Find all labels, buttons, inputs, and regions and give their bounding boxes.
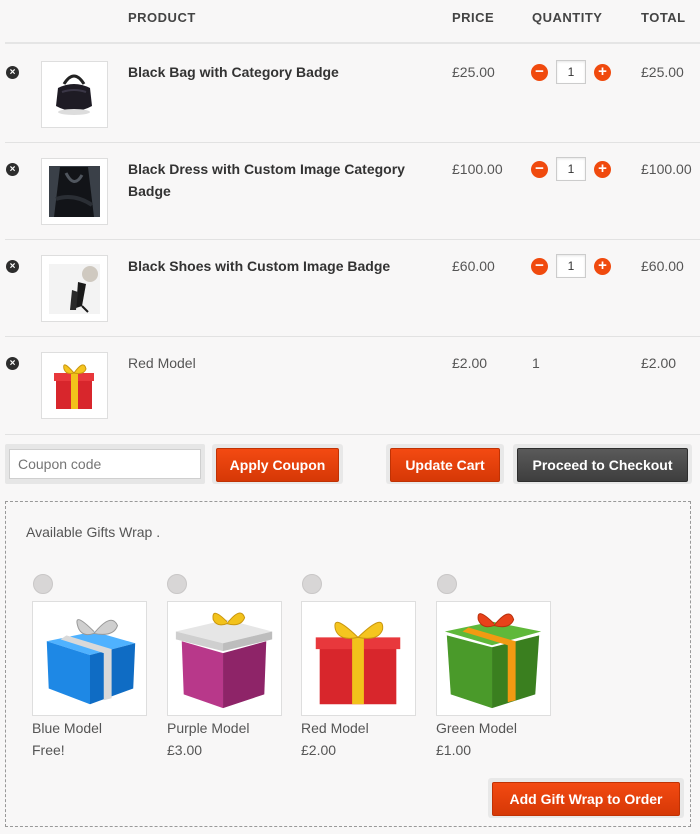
col-header-price: PRICE [452, 10, 495, 25]
header-divider [5, 42, 700, 44]
quantity-input[interactable]: 1 [556, 157, 586, 181]
gift-image-red[interactable] [301, 601, 416, 716]
remove-item-button[interactable]: × [6, 66, 19, 79]
gift-wrap-title: Available Gifts Wrap . [26, 524, 161, 540]
apply-coupon-button[interactable]: Apply Coupon [216, 448, 339, 482]
col-header-total: TOTAL [641, 10, 686, 25]
remove-item-button[interactable]: × [6, 163, 19, 176]
coupon-field-wrapper [5, 444, 205, 484]
quantity-increase-button[interactable]: + [594, 258, 611, 275]
row-divider [5, 142, 700, 143]
line-total: £25.00 [641, 64, 684, 80]
apply-coupon-wrapper: Apply Coupon [212, 444, 343, 484]
product-price: £25.00 [452, 64, 495, 80]
product-name-link[interactable]: Black Shoes with Custom Image Badge [128, 255, 428, 277]
row-divider [5, 434, 700, 435]
product-thumbnail[interactable] [41, 158, 108, 225]
add-gift-wrap-button[interactable]: Add Gift Wrap to Order [492, 782, 680, 816]
gift-price: £2.00 [301, 742, 337, 758]
gift-name: Blue Model [32, 720, 103, 736]
update-cart-wrapper: Update Cart [386, 444, 504, 484]
quantity-decrease-button[interactable]: − [531, 161, 548, 178]
product-thumbnail[interactable] [41, 61, 108, 128]
purple-gift-icon [175, 612, 273, 709]
quantity-value: 1 [532, 355, 540, 371]
gift-radio-blue[interactable] [33, 574, 53, 594]
quantity-increase-button[interactable]: + [594, 161, 611, 178]
col-header-product: PRODUCT [128, 10, 196, 25]
quantity-decrease-button[interactable]: − [531, 258, 548, 275]
product-thumbnail[interactable] [41, 352, 108, 419]
proceed-to-checkout-button[interactable]: Proceed to Checkout [517, 448, 688, 482]
row-divider [5, 239, 700, 240]
green-gift-icon [444, 613, 542, 709]
red-gift-image [42, 353, 107, 418]
red-gift-icon [315, 621, 401, 705]
remove-item-button[interactable]: × [6, 357, 19, 370]
black-dress-image [42, 159, 107, 224]
quantity-input[interactable]: 1 [556, 60, 586, 84]
black-shoes-image [42, 256, 107, 321]
gift-image-blue[interactable] [32, 601, 147, 716]
row-divider [5, 336, 700, 337]
product-price: £60.00 [452, 258, 495, 274]
gift-price: £1.00 [436, 742, 472, 758]
line-total: £100.00 [641, 161, 692, 177]
gift-radio-purple[interactable] [167, 574, 187, 594]
product-price: £2.00 [452, 355, 488, 371]
quantity-increase-button[interactable]: + [594, 64, 611, 81]
product-price: £100.00 [452, 161, 503, 177]
gift-price: £3.00 [167, 742, 203, 758]
product-name: Red Model [128, 355, 196, 371]
add-gift-wrap-wrapper: Add Gift Wrap to Order [488, 778, 684, 818]
gift-image-purple[interactable] [167, 601, 282, 716]
product-name-link[interactable]: Black Bag with Category Badge [128, 61, 428, 83]
gift-price: Free! [32, 742, 65, 758]
update-cart-button[interactable]: Update Cart [390, 448, 500, 482]
gift-radio-green[interactable] [437, 574, 457, 594]
checkout-wrapper: Proceed to Checkout [513, 444, 692, 484]
gift-radio-red[interactable] [302, 574, 322, 594]
col-header-quantity: QUANTITY [532, 10, 603, 25]
gift-name: Green Model [436, 720, 517, 736]
gift-name: Purple Model [167, 720, 250, 736]
blue-gift-icon [46, 619, 136, 705]
product-thumbnail[interactable] [41, 255, 108, 322]
coupon-code-input[interactable] [9, 449, 201, 479]
line-total: £60.00 [641, 258, 684, 274]
quantity-decrease-button[interactable]: − [531, 64, 548, 81]
product-name-link[interactable]: Black Dress with Custom Image Category B… [128, 158, 428, 202]
remove-item-button[interactable]: × [6, 260, 19, 273]
black-bag-image [42, 62, 107, 127]
gift-image-green[interactable] [436, 601, 551, 716]
line-total: £2.00 [641, 355, 677, 371]
quantity-input[interactable]: 1 [556, 254, 586, 278]
gift-name: Red Model [301, 720, 369, 736]
